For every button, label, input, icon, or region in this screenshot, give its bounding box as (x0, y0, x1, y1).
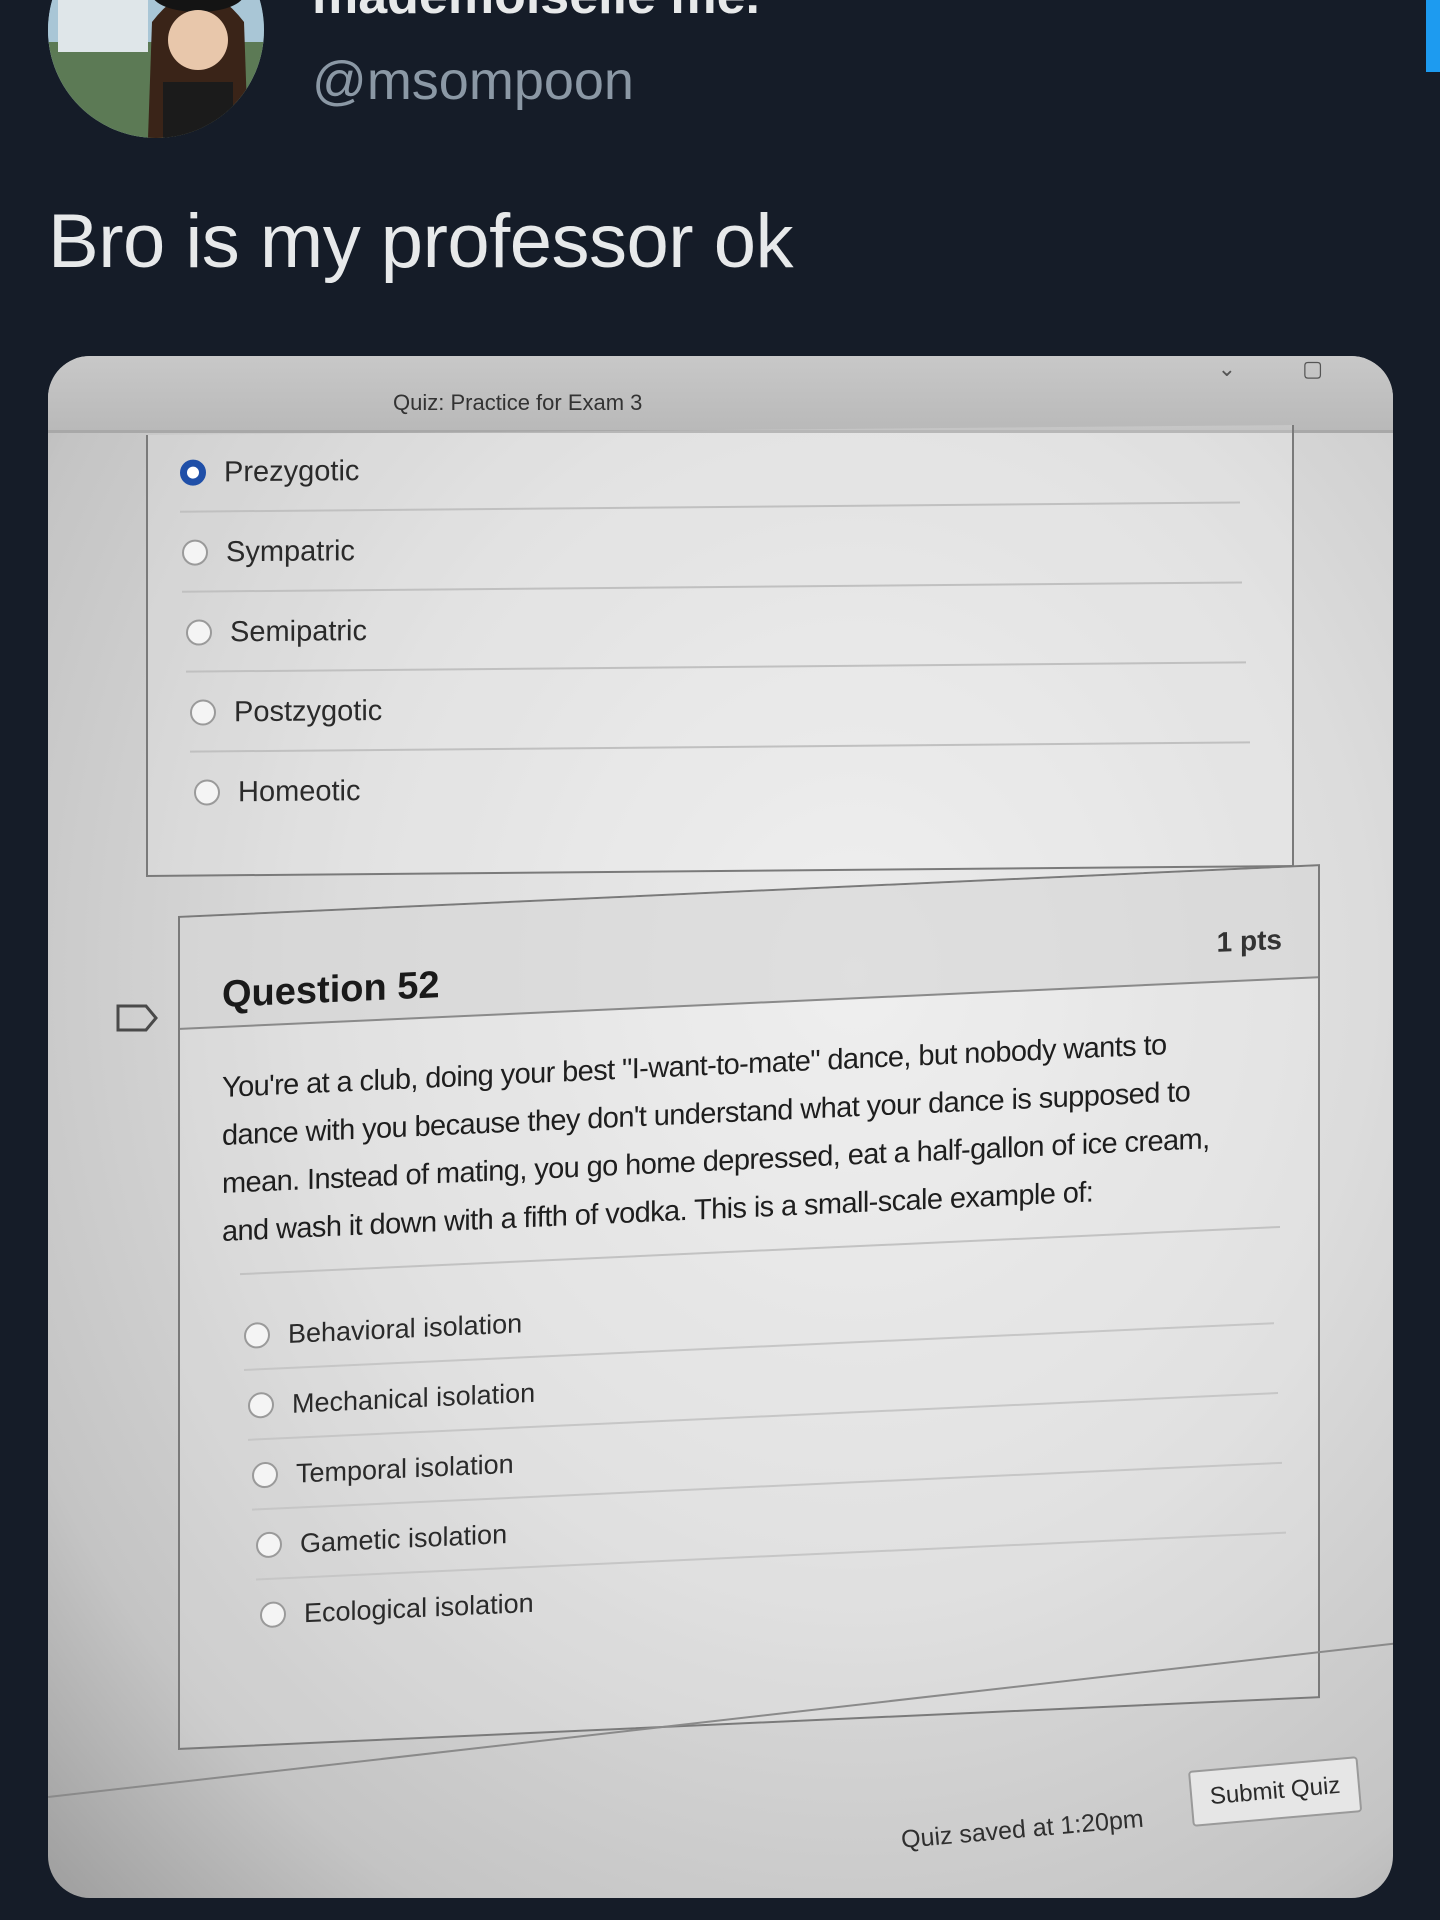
answer-label: Gametic isolation (300, 1518, 508, 1558)
radio-icon[interactable] (194, 779, 220, 806)
radio-icon[interactable] (248, 1391, 274, 1419)
tweet-text: Bro is my professor ok (48, 199, 794, 284)
radio-icon[interactable] (260, 1601, 286, 1629)
quiz-title: Quiz: Practice for Exam 3 (393, 390, 643, 415)
browser-titlebar: Quiz: Practice for Exam 3 ⌄ ▢ (48, 356, 1393, 433)
answer-label: Semipatric (230, 614, 367, 648)
avatar[interactable] (48, 0, 264, 138)
answer-label: Prezygotic (224, 454, 360, 488)
answer-option[interactable]: Sympatric (182, 505, 1242, 593)
scroll-edge-indicator (1426, 0, 1440, 72)
question-header: Question 52 1 pts (180, 866, 1318, 1030)
answer-label: Homeotic (238, 774, 361, 808)
radio-icon[interactable] (244, 1321, 270, 1350)
radio-icon[interactable] (186, 619, 212, 646)
answer-label: Postzygotic (234, 694, 383, 728)
tweet-photo[interactable]: Quiz: Practice for Exam 3 ⌄ ▢ Prezygotic… (48, 356, 1393, 1898)
answer-label: Sympatric (226, 534, 355, 568)
answer-option[interactable]: Semipatric (186, 585, 1246, 673)
radio-icon[interactable] (190, 699, 216, 726)
display-name[interactable]: mademoiselle me. (312, 0, 760, 26)
question-text: You're at a club, doing your best "I-wan… (222, 1017, 1262, 1256)
tweet-screenshot: mademoiselle me. @msompoon Bro is my pro… (0, 0, 1440, 1920)
answer-label: Behavioral isolation (288, 1307, 523, 1349)
answer-label: Ecological isolation (304, 1587, 534, 1628)
question-points: 1 pts (1216, 923, 1282, 958)
submit-quiz-button[interactable]: Submit Quiz (1188, 1756, 1363, 1827)
window-controls-icon: ⌄ ▢ (1217, 356, 1353, 381)
answer-label: Mechanical isolation (292, 1377, 536, 1419)
radio-selected-icon[interactable] (180, 459, 206, 486)
previous-question-answers: Prezygotic Sympatric Semipatric Postzygo… (146, 424, 1294, 878)
radio-icon[interactable] (182, 539, 208, 566)
answer-label: Temporal isolation (296, 1448, 514, 1489)
profile-photo-icon (48, 0, 264, 138)
answer-option[interactable]: Homeotic (194, 745, 1254, 830)
radio-icon[interactable] (256, 1531, 282, 1559)
quiz-saved-status: Quiz saved at 1:20pm (900, 1804, 1145, 1854)
bookmark-flag-icon[interactable] (116, 1004, 158, 1032)
question-title: Question 52 (222, 964, 440, 1017)
radio-icon[interactable] (252, 1461, 278, 1489)
answer-option[interactable]: Prezygotic (180, 425, 1240, 513)
answer-option[interactable]: Postzygotic (190, 665, 1250, 753)
user-handle[interactable]: @msompoon (312, 50, 634, 112)
question-card: Question 52 1 pts You're at a club, doin… (178, 864, 1320, 1750)
